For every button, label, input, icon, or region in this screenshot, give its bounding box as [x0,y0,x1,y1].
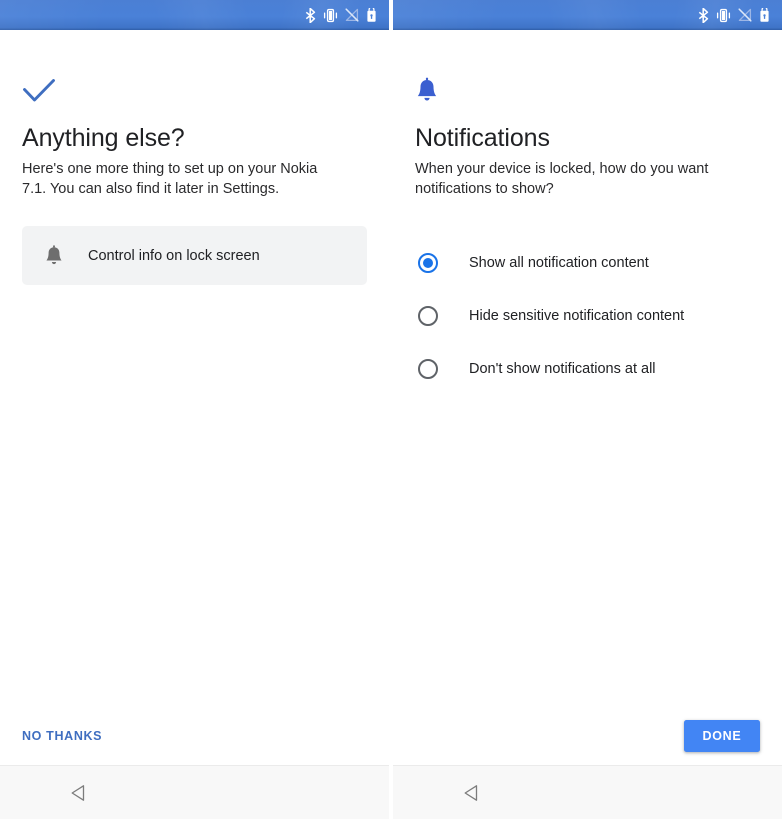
left-phone-screen: Anything else? Here's one more thing to … [0,0,391,819]
status-bar-left [0,0,389,30]
page-title: Notifications [415,124,550,152]
battery-icon [366,7,377,23]
bell-icon [415,77,760,107]
right-action-bar: DONE [393,707,782,765]
bluetooth-icon [698,7,709,23]
navigation-bar-left [0,765,389,819]
signal-off-icon [738,8,752,22]
radio-option-hide-sensitive[interactable]: Hide sensitive notification content [415,289,760,342]
dual-screenshot-container: Anything else? Here's one more thing to … [0,0,782,819]
right-phone-screen: Notifications When your device is locked… [391,0,782,819]
left-action-bar: NO THANKS [0,707,389,765]
status-bar-icons-right [698,7,770,23]
status-bar-right [393,0,782,30]
radio-option-label: Don't show notifications at all [469,360,656,377]
radio-option-label: Hide sensitive notification content [469,307,685,324]
bluetooth-icon [305,7,316,23]
no-thanks-button[interactable]: NO THANKS [22,729,102,743]
navigation-bar-right [393,765,782,819]
status-bar-icons-left [305,7,377,23]
control-info-lock-screen-card[interactable]: Control info on lock screen [22,226,367,285]
option-card-label: Control info on lock screen [88,247,260,264]
radio-option-label: Show all notification content [469,254,649,271]
page-title: Anything else? [22,124,185,152]
right-content: Notifications When your device is locked… [393,30,782,707]
back-triangle-icon[interactable] [70,784,87,802]
notification-visibility-radio-group: Show all notification content Hide sensi… [415,236,760,395]
checkmark-icon [22,77,367,107]
battery-icon [759,7,770,23]
vibrate-icon [323,8,338,23]
page-subtitle: When your device is locked, how do you w… [415,161,709,197]
radio-option-show-all[interactable]: Show all notification content [415,236,760,289]
bell-icon [44,244,64,267]
vibrate-icon [716,8,731,23]
back-triangle-icon[interactable] [463,784,480,802]
radio-button-selected[interactable] [418,252,438,273]
radio-button-unselected[interactable] [418,305,438,326]
done-button[interactable]: DONE [684,720,760,752]
radio-option-dont-show[interactable]: Don't show notifications at all [415,342,760,395]
signal-off-icon [345,8,359,22]
page-subtitle: Here's one more thing to set up on your … [22,161,318,197]
left-content: Anything else? Here's one more thing to … [0,30,389,707]
radio-button-unselected[interactable] [418,358,438,379]
option-card-inner: Control info on lock screen [46,244,260,264]
